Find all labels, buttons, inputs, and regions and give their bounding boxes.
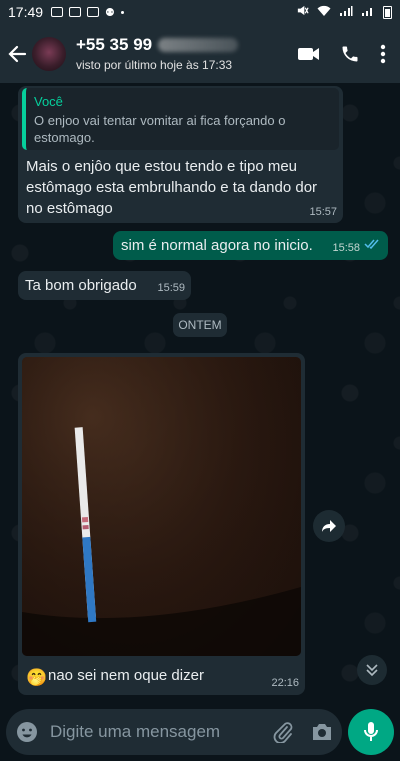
signal-2-icon: [361, 5, 375, 20]
outgoing-message[interactable]: sim é normal agora no inicio. 15:58: [113, 231, 388, 260]
photo-notification-icon: [87, 7, 100, 17]
notification-icons: ⚉: [51, 6, 124, 19]
video-camera-icon: [298, 47, 319, 60]
android-notification-icon: ⚉: [105, 6, 115, 19]
message-time: 22:16: [271, 677, 299, 689]
message-text: Mais o enjôo que estou tendo e tipo meu …: [26, 158, 318, 217]
more-notifications-icon: [120, 10, 124, 14]
emoji-button[interactable]: [16, 721, 38, 743]
read-receipt-icon: [364, 236, 380, 254]
video-call-button[interactable]: [298, 46, 320, 62]
message-notification-icon: [51, 7, 64, 17]
message-text: sim é normal agora no inicio.: [121, 237, 313, 254]
message-time: 15:57: [309, 206, 337, 218]
message-input[interactable]: [48, 721, 273, 743]
contact-info[interactable]: +55 35 99 visto por último hoje às 17:33: [76, 35, 239, 72]
image-caption: nao sei nem oque dizer: [48, 667, 204, 684]
smiley-icon: [17, 722, 37, 742]
system-icons: [296, 4, 392, 20]
quoted-author: Você: [34, 94, 63, 109]
message-composer: [0, 701, 400, 761]
scroll-to-bottom-button[interactable]: [357, 655, 387, 685]
gallery-notification-icon: [69, 7, 82, 17]
wifi-icon: [317, 5, 331, 20]
camera-button[interactable]: [311, 723, 333, 741]
pregnancy-test-photo[interactable]: [22, 357, 301, 656]
contact-number: +55 35 99: [76, 35, 153, 54]
quoted-message[interactable]: Você O enjoo vai tentar vomitar ai fica …: [22, 88, 339, 150]
chat-area[interactable]: Você O enjoo vai tentar vomitar ai fica …: [0, 83, 400, 701]
message-time: 15:58: [332, 242, 360, 254]
redacted-number: [158, 38, 239, 52]
camera-icon: [313, 724, 331, 740]
mute-icon: [296, 4, 309, 20]
attach-button[interactable]: [273, 721, 293, 743]
phone-icon: [342, 46, 358, 61]
double-chevron-down-icon: [366, 664, 378, 677]
chat-header: +55 35 99 visto por último hoje às 17:33: [0, 24, 400, 83]
share-arrow-icon: [322, 520, 336, 532]
microphone-icon: [364, 722, 378, 741]
paperclip-icon: [273, 722, 293, 743]
arrow-left-icon: [8, 45, 27, 62]
quoted-text: O enjoo vai tentar vomitar ai fica força…: [34, 113, 286, 145]
more-options-button[interactable]: [380, 44, 386, 64]
date-divider: ONTEM: [173, 313, 227, 337]
status-time: 17:49: [8, 4, 44, 20]
signal-icon: [339, 5, 353, 20]
last-seen: visto por último hoje às 17:33: [76, 58, 233, 72]
battery-icon: [383, 5, 392, 19]
message-time: 15:59: [157, 282, 185, 294]
voice-message-button[interactable]: [348, 709, 394, 755]
message-text: Ta bom obrigado: [25, 277, 137, 294]
status-bar: 17:49 ⚉: [0, 0, 400, 24]
incoming-message[interactable]: Ta bom obrigado 15:59: [18, 271, 191, 300]
composer-pill: [6, 709, 342, 755]
photo-content: [22, 357, 301, 656]
incoming-image-message[interactable]: 🤭 nao sei nem oque dizer 22:16: [18, 353, 305, 695]
back-button[interactable]: [2, 24, 32, 83]
contact-name: +55 35 99: [76, 35, 239, 55]
forward-button[interactable]: [313, 510, 345, 542]
voice-call-button[interactable]: [340, 44, 360, 64]
contact-avatar[interactable]: [32, 36, 66, 71]
emoji: 🤭: [26, 668, 48, 687]
incoming-reply-message[interactable]: Você O enjoo vai tentar vomitar ai fica …: [18, 86, 343, 223]
more-vertical-icon: [380, 44, 386, 63]
